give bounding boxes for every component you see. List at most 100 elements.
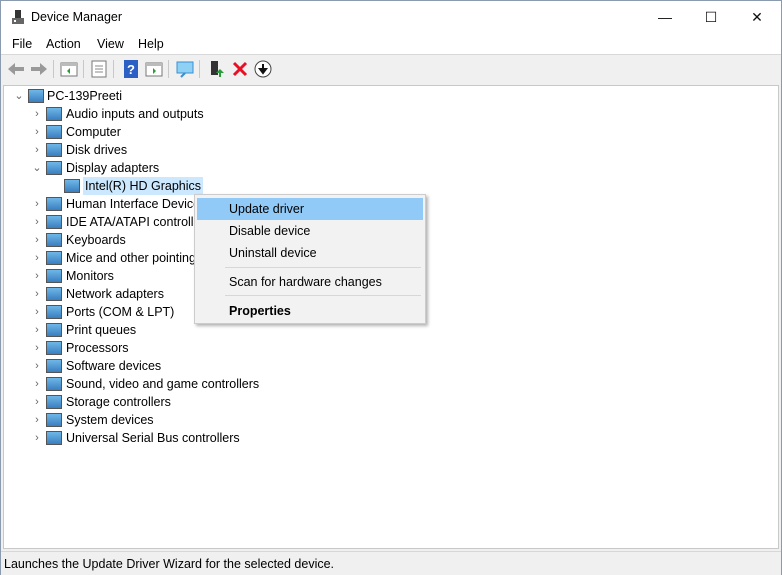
expand-chevron-icon[interactable]: › [32,321,42,339]
window-title: Device Manager [31,10,123,24]
tree-item-label: Monitors [66,269,114,283]
tree-item-system-devices-icon [46,413,62,427]
tree-item-label: Human Interface Devices [66,197,207,211]
collapse-chevron-icon[interactable]: ⌄ [14,87,24,105]
tree-item-ide-ata-atapi-controllers-icon [46,215,62,229]
tree-item-ports-com-lpt-icon [46,305,62,319]
menu-item-update-driver[interactable]: Update driver [197,198,423,220]
collapse-chevron-icon[interactable]: ⌄ [32,159,42,177]
update-driver-icon[interactable] [207,59,227,79]
expand-chevron-icon[interactable]: › [32,123,42,141]
minimize-button[interactable]: — [642,1,688,33]
tree-item-mice-and-other-pointing-devices-icon [46,251,62,265]
tree-item-intel-r-hd-graphics-icon [64,179,80,193]
tree-item-computer[interactable]: › Computer [4,123,774,141]
context-menu: Update driver Disable device Uninstall dev… [194,194,426,324]
device-manager-window: Device Manager — ☐ ✕ File Action View He… [0,0,782,575]
tree-item-label: Keyboards [66,233,126,247]
disable-icon[interactable] [253,59,273,79]
properties-icon[interactable] [89,59,109,79]
menu-item-uninstall-device[interactable]: Uninstall device [197,242,423,264]
expand-chevron-icon[interactable]: › [32,141,42,159]
tree-item-label: PC-139Preeti [47,89,123,103]
tree-item-label: Sound, video and game controllers [66,377,260,391]
device-manager-icon [12,10,24,24]
menu-action[interactable]: Action [46,37,81,51]
tree-item-keyboards-icon [46,233,62,247]
expand-chevron-icon[interactable]: › [32,357,42,375]
tree-item-audio-inputs-and-outputs-icon [46,107,62,121]
tree-item-disk-drives-icon [46,143,62,157]
tree-item-label: IDE ATA/ATAPI controllers [66,215,211,229]
tree-item-software-devices[interactable]: › Software devices [4,357,774,375]
tree-item-disk-drives[interactable]: › Disk drives [4,141,774,159]
status-bar: Launches the Update Driver Wizard for th… [1,551,781,575]
tree-item-software-devices-icon [46,359,62,373]
tree-root-computer-icon [28,89,44,103]
menu-item-scan-for-hardware-changes[interactable]: Scan for hardware changes [197,271,423,293]
tree-item-label: Network adapters [66,287,164,301]
expand-chevron-icon[interactable]: › [32,285,42,303]
tree-item-label: Processors [66,341,129,355]
tree-item-display-adapters[interactable]: ⌄ Display adapters [4,159,774,177]
menu-file[interactable]: File [12,37,32,51]
expand-chevron-icon[interactable]: › [32,411,42,429]
menu-item-properties[interactable]: Properties [197,300,423,322]
close-button[interactable]: ✕ [734,1,780,33]
tree-item-sound-video-and-game-controllers-icon [46,377,62,391]
expand-chevron-icon[interactable]: › [32,393,42,411]
tree-item-universal-serial-bus-controllers[interactable]: › Universal Serial Bus controllers [4,429,774,447]
expand-chevron-icon[interactable]: › [32,375,42,393]
expand-chevron-icon[interactable]: › [32,267,42,285]
tree-item-label: Intel(R) HD Graphics [83,177,203,195]
tree-item-computer-icon [46,125,62,139]
tree-item-label: Print queues [66,323,137,337]
expand-chevron-icon[interactable]: › [32,105,42,123]
maximize-button[interactable]: ☐ [688,1,734,33]
menu-item-disable-device[interactable]: Disable device [197,220,423,242]
tree-item-label: Storage controllers [66,395,171,409]
tree-item-human-interface-devices-icon [46,197,62,211]
tree-item-print-queues-icon [46,323,62,337]
expand-chevron-icon[interactable]: › [32,231,42,249]
tree-item-label: Display adapters [66,161,160,175]
scan-hardware-icon[interactable] [175,59,195,79]
tree-item-network-adapters-icon [46,287,62,301]
uninstall-icon[interactable] [230,59,250,79]
action-pane-icon[interactable] [144,59,164,79]
tree-root-computer[interactable]: ⌄ PC-139Preeti [4,87,774,105]
tree-item-monitors-icon [46,269,62,283]
expand-chevron-icon[interactable]: › [32,339,42,357]
expand-chevron-icon[interactable]: › [32,249,42,267]
menu-bar: File Action View Help [1,34,781,55]
svg-text:?: ? [127,62,135,77]
tree-item-intel-r-hd-graphics[interactable]: Intel(R) HD Graphics [4,177,774,195]
tree-item-system-devices[interactable]: › System devices [4,411,774,429]
menu-view[interactable]: View [97,37,124,51]
expand-chevron-icon[interactable]: › [32,213,42,231]
expand-chevron-icon[interactable]: › [32,303,42,321]
forward-icon[interactable] [29,59,49,79]
expand-chevron-icon[interactable]: › [32,195,42,213]
tree-item-label: System devices [66,413,154,427]
menu-help[interactable]: Help [138,37,164,51]
tree-item-audio-inputs-and-outputs[interactable]: › Audio inputs and outputs [4,105,774,123]
tree-item-display-adapters-icon [46,161,62,175]
tree-item-label: Ports (COM & LPT) [66,305,175,319]
toolbar: ? [1,56,781,82]
tree-item-sound-video-and-game-controllers[interactable]: › Sound, video and game controllers [4,375,774,393]
tree-item-label: Computer [66,125,121,139]
tree-item-label: Audio inputs and outputs [66,107,204,121]
tree-item-universal-serial-bus-controllers-icon [46,431,62,445]
tree-item-label: Disk drives [66,143,128,157]
show-hide-console-tree-icon[interactable] [59,59,79,79]
tree-item-processors[interactable]: › Processors [4,339,774,357]
back-icon[interactable] [6,59,26,79]
menu-separator [225,295,421,296]
tree-item-storage-controllers-icon [46,395,62,409]
title-bar[interactable]: Device Manager — ☐ ✕ [1,1,781,34]
help-icon[interactable]: ? [121,59,141,79]
tree-item-processors-icon [46,341,62,355]
expand-chevron-icon[interactable]: › [32,429,42,447]
tree-item-storage-controllers[interactable]: › Storage controllers [4,393,774,411]
